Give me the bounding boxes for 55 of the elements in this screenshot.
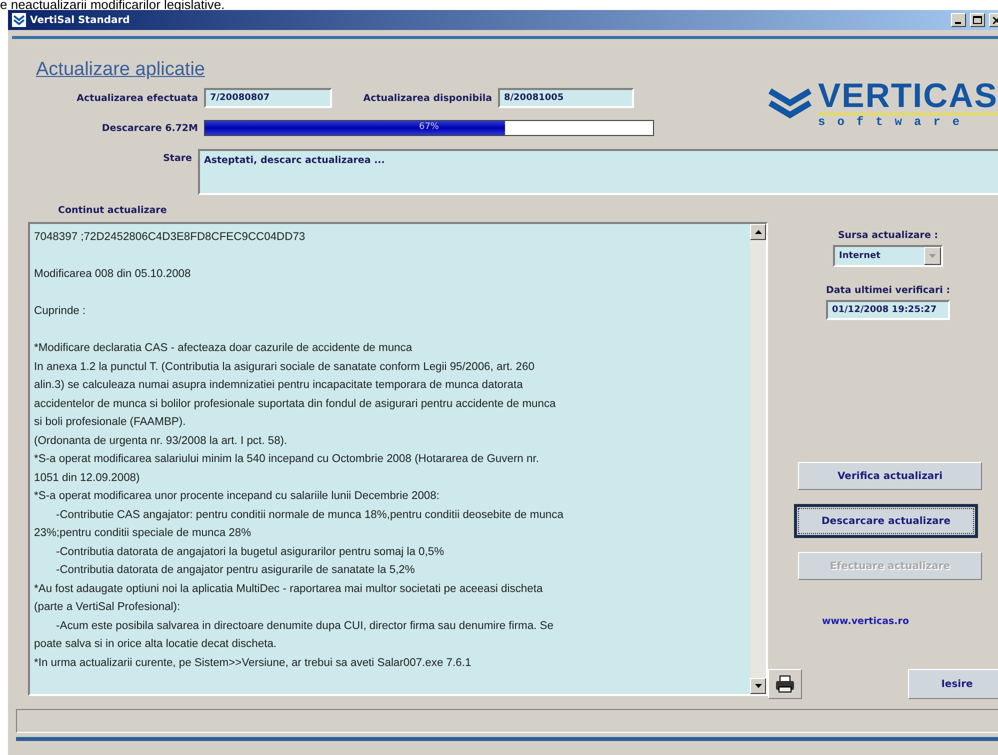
content-line: -Contributia datorata de angajator pentru asigurarile de sanatate la 5,2% — [55, 563, 416, 578]
content-line: *S-a operat modificarea unor procente incepand cu salariile lunii Decembrie 2008: — [34, 489, 440, 504]
content-line: 7048397 ;72D2452806C4D3E8FD8CFEC9CC04DD73 — [34, 230, 306, 245]
content-line: -Contributie CAS angajator: pentru conditii normale de munca 18%,pentru conditii deosebite de munca — [55, 508, 564, 522]
page-heading: Actualizare aplicatie — [36, 59, 206, 81]
website-link[interactable]: www.verticas.ro — [822, 616, 909, 627]
logo-tagline: software — [818, 115, 973, 129]
maximize-icon — [973, 16, 982, 24]
section-label: Continut actualizare — [58, 205, 167, 216]
content-line: In anexa 1.2 la punctul T. (Contributia la asigurari sociale de sanatate conform Legii 95/2006, art. 260 — [34, 360, 536, 374]
content-line: 1051 din 12.09.2008) — [34, 470, 141, 486]
content-line: 23%;pentru conditii speciale de munca 28% — [34, 526, 252, 541]
progress-label: Descarcare 6.72M — [100, 122, 198, 134]
content-line: *Modificare declaratia CAS - afecteaza doar cazurile de accidente de munca — [34, 341, 414, 356]
last-check-label: Data ultimei verificari : — [826, 285, 950, 296]
action-button[interactable]: Verifica actualizari — [798, 462, 982, 490]
dropdown-arrow-icon — [929, 254, 936, 258]
scroll-down-icon — [754, 684, 762, 688]
scrollbar[interactable] — [750, 224, 766, 694]
action-button[interactable]: Descarcare actualizare — [794, 504, 978, 538]
scroll-up-icon — [754, 230, 762, 234]
content-line: (Ordonanta de urgenta nr. 93/2008 la art. I pct. 58). — [34, 434, 288, 448]
last-check-field[interactable]: 01/12/2008 19:25:27 — [826, 300, 950, 320]
version-field[interactable]: 7/20080807 — [204, 88, 332, 108]
exit-button[interactable]: Iesire — [908, 669, 998, 699]
close-icon — [993, 16, 998, 24]
content-line: Modificarea 008 din 05.10.2008 — [34, 267, 192, 282]
content-line: *In urma actualizarii curente, pe Sistem>>Versiune, ar trebui sa aveti Salar007.exe 7.6.1 — [34, 656, 472, 670]
minimize-button[interactable] — [951, 13, 966, 27]
chevron-logo-icon — [768, 87, 812, 121]
content-line: accidentelor de munca si bolilor profesionale suportata din fondul de asigurari pentru accidente de munca — [34, 396, 557, 412]
print-button[interactable] — [768, 669, 802, 699]
version-field[interactable]: 8/20081005 — [498, 88, 634, 108]
field-label: Actualizarea disponibila — [362, 92, 492, 104]
content-line: -Acum este posibila salvarea in directoare denumite dupa CUI, director firma sau denumire firma. Se — [55, 618, 554, 634]
status-label: Stare — [162, 153, 192, 164]
content-line: (parte a VertiSal Profesional): — [34, 600, 182, 615]
content-line: poate salva si in orice alta locatie decat discheta. — [34, 637, 278, 652]
app-icon — [12, 13, 26, 27]
logo-name: VERTICAS — [818, 79, 998, 115]
maximize-button[interactable] — [970, 13, 985, 27]
progress-reading: 67% — [418, 122, 440, 132]
status-field: Asteptati, descarc actualizarea ... — [198, 149, 998, 195]
printer-icon — [775, 675, 795, 693]
field-label: Actualizarea efectuata — [76, 92, 198, 104]
source-dropdown[interactable]: Internet — [833, 245, 943, 267]
content-line: *S-a operat modificarea salariului minim la 540 incepand cu Octombrie 2008 (Hotararea de Guvern nr. — [34, 452, 540, 467]
source-label: Sursa actualizare : — [838, 230, 938, 241]
content-line: *Au fost adaugate optiuni noi la aplicatia MultiDec - raportarea mai multor societati pe aceeasi discheta — [34, 582, 544, 596]
content-line: alin.3) se calculeaza numai asupra indemnizatiei pentru incapacitate temporara de munca datorata — [34, 378, 524, 393]
content-line: -Contributia datorata de angajatori la bugetul asigurarilor pentru somaj la 0,5% — [55, 544, 446, 560]
content-line: si boli profesionale (FAAMBP). — [34, 415, 187, 430]
content-line: Cuprinde : — [34, 304, 87, 319]
window-title: VertiSal Standard — [30, 14, 131, 26]
content-textarea[interactable] — [28, 222, 768, 696]
